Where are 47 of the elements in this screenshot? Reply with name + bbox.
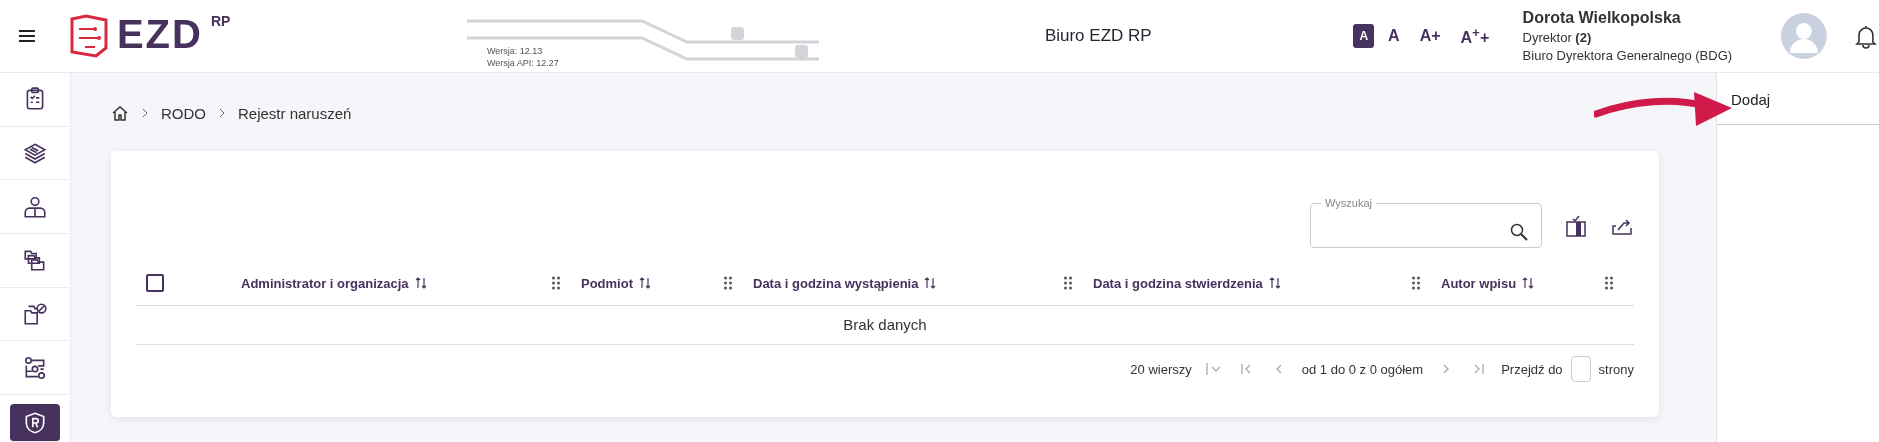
user-name: Dorota Wielkopolska (1522, 9, 1682, 27)
search-icon[interactable] (1509, 222, 1529, 242)
goto-label: Przejdź do (1501, 361, 1563, 377)
font-size-button[interactable]: A$^{+}$+ (1454, 21, 1496, 51)
font-size-button[interactable]: A (1382, 24, 1406, 48)
app-title: Biuro EZD RP (1044, 26, 1153, 46)
column-header[interactable]: Administrator i organizacja (241, 275, 409, 291)
logo-superscript: RP (210, 14, 231, 28)
font-size-button[interactable]: A+ (1413, 24, 1447, 48)
search-field[interactable]: Wyszukaj (1310, 196, 1542, 248)
chevron-icon (218, 108, 226, 118)
sort-icon[interactable] (1522, 276, 1535, 290)
search-label: Wyszukaj (1324, 196, 1373, 210)
sort-icon[interactable] (639, 276, 651, 290)
font-size-button[interactable]: A (1353, 24, 1375, 48)
drag-handle-icon[interactable] (1604, 276, 1614, 290)
folder-blocked-icon[interactable] (21, 301, 48, 328)
user-unit: Biuro Dyrektora Generalnego (BDG) (1522, 48, 1734, 63)
logo-icon (68, 14, 109, 58)
rows-per-page: 20 wierszy (1130, 361, 1192, 377)
drag-handle-icon[interactable] (1063, 276, 1073, 290)
column-header[interactable]: Data i godzina wystąpienia (753, 275, 919, 291)
page-input[interactable] (1570, 356, 1591, 382)
empty-message: Brak danych (136, 306, 1634, 345)
column-header[interactable]: Data i godzina stwierdzenia (1093, 275, 1263, 291)
select-all-checkbox[interactable] (146, 274, 164, 292)
sort-icon[interactable] (1268, 276, 1281, 290)
user-role: Dyrektor (2) (1522, 30, 1593, 45)
columns-icon[interactable] (1564, 214, 1588, 238)
sidebar-item[interactable] (10, 404, 60, 442)
version-text: Wersja: 12.13 (487, 44, 544, 57)
column-header[interactable]: Autor wpisu (1441, 275, 1517, 291)
drag-handle-icon[interactable] (1411, 276, 1421, 290)
logo-text: EZD (116, 14, 203, 54)
drag-handle-icon[interactable] (551, 276, 561, 290)
chevron-icon (141, 108, 149, 118)
home-icon[interactable] (111, 104, 129, 122)
goto-suffix: strony (1598, 361, 1634, 377)
breadcrumb-link[interactable]: Rejestr naruszeń (238, 104, 352, 122)
column-header[interactable]: Podmiot (581, 275, 633, 291)
page-range: od 1 do 0 z 0 ogółem (1301, 361, 1424, 377)
version-text: Wersja API: 12.27 (487, 56, 559, 69)
drag-handle-icon[interactable] (723, 276, 733, 290)
sort-icon[interactable] (924, 276, 937, 290)
sort-icon[interactable] (414, 276, 427, 290)
breadcrumb-link[interactable]: RODO (161, 104, 206, 122)
notification-bell-icon[interactable] (1853, 23, 1879, 49)
